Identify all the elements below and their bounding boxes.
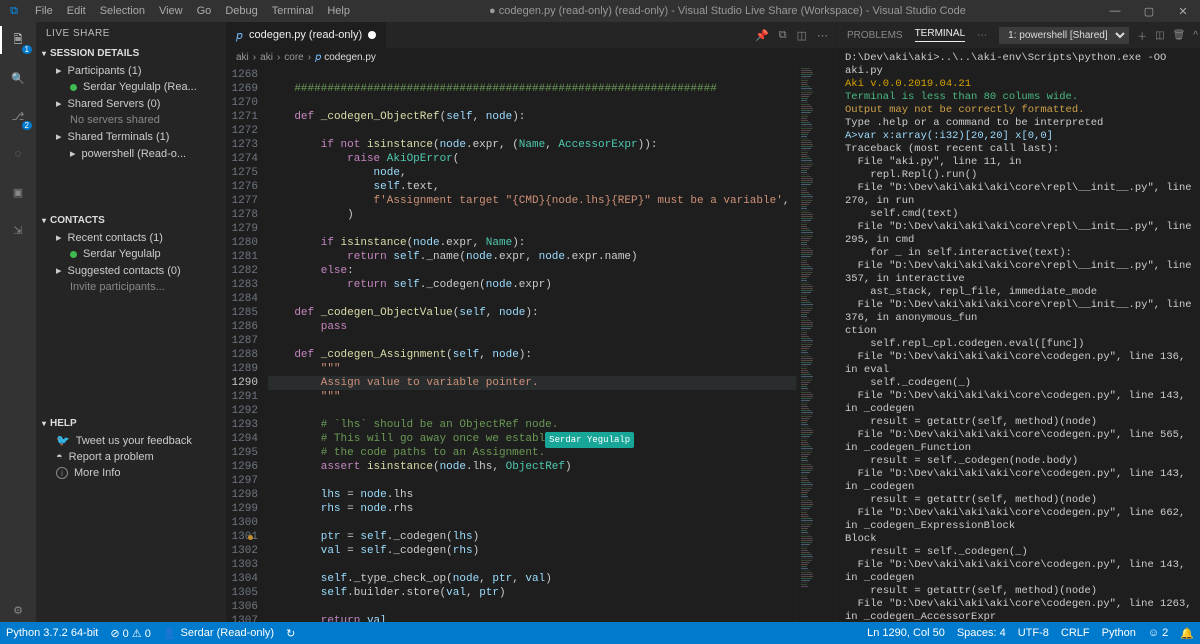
terminal-output[interactable]: D:\Dev\aki\aki>..\..\aki-env\Scripts\pyt… [837, 48, 1200, 622]
side-panel: PROBLEMS TERMINAL ⋯ 1: powershell [Share… [836, 22, 1200, 622]
shared-servers-row[interactable]: ▸Shared Servers (0) [36, 95, 226, 112]
twitter-icon: 🐦 [56, 434, 70, 447]
dirty-indicator-icon [368, 31, 376, 39]
editor: 𝘱 codegen.py (read-only) 📌 ⧉ ◫ ⋯ aki›aki… [226, 22, 836, 622]
kill-terminal-icon[interactable]: 🗑 [1173, 30, 1186, 41]
menu-terminal[interactable]: Terminal [265, 2, 321, 20]
status-dot-icon [70, 84, 77, 91]
tab-actions: 📌 ⧉ ◫ ⋯ [747, 22, 836, 48]
maximize-panel-icon[interactable]: ^ [1193, 30, 1198, 41]
menu-file[interactable]: File [28, 2, 60, 20]
code-content[interactable]: ########################################… [268, 66, 796, 622]
status-dot-icon [70, 251, 77, 258]
status-python[interactable]: Python 3.7.2 64-bit [6, 627, 98, 639]
compare-icon[interactable]: ⧉ [779, 29, 787, 42]
tab-problems[interactable]: PROBLEMS [847, 30, 903, 41]
help-report[interactable]: ◓Report a problem [36, 449, 226, 465]
section-session[interactable]: SESSION DETAILS [36, 45, 226, 62]
tab-terminal[interactable]: TERMINAL [915, 28, 966, 42]
status-spaces[interactable]: Spaces: 4 [957, 627, 1006, 639]
menu-help[interactable]: Help [320, 2, 357, 20]
status-position[interactable]: Ln 1290, Col 50 [867, 627, 945, 639]
activity-liveshare[interactable]: 🗎1 [6, 28, 30, 52]
scm-badge: 2 [22, 121, 32, 130]
activity-debug[interactable]: ◌ [6, 142, 30, 166]
menu-debug[interactable]: Debug [218, 2, 264, 20]
more-icon[interactable]: ⋯ [817, 29, 828, 42]
activity-share[interactable]: ⇲ [6, 218, 30, 242]
info-icon: i [56, 467, 68, 479]
recent-contact-user[interactable]: Serdar Yegulalp [36, 246, 226, 262]
split-icon[interactable]: ◫ [797, 29, 807, 42]
sidebar: LIVE SHARE SESSION DETAILS ▸Participants… [36, 22, 226, 622]
tab-label: codegen.py (read-only) [249, 29, 362, 41]
status-feedback[interactable]: ☺ 2 [1148, 627, 1168, 639]
activity-extensions[interactable]: ▣ [6, 180, 30, 204]
tab-codegen[interactable]: 𝘱 codegen.py (read-only) [226, 22, 387, 48]
status-lang[interactable]: Python [1102, 627, 1136, 639]
editor-tabs: 𝘱 codegen.py (read-only) 📌 ⧉ ◫ ⋯ [226, 22, 836, 48]
status-errors[interactable]: ⊘ 0 ⚠ 0 [110, 627, 150, 640]
activity-search[interactable]: 🔍 [6, 66, 30, 90]
terminal-select[interactable]: 1: powershell [Shared] [999, 27, 1129, 44]
menu-bar: File Edit Selection View Go Debug Termin… [28, 2, 357, 20]
participants-row[interactable]: ▸Participants (1) [36, 62, 226, 79]
python-file-icon: 𝘱 [236, 29, 243, 42]
status-liveshare[interactable]: 👤Serdar (Read-only) [163, 627, 274, 640]
close-button[interactable]: ✕ [1166, 0, 1200, 22]
suggested-contacts[interactable]: ▸Suggested contacts (0) [36, 262, 226, 279]
breadcrumb[interactable]: aki›aki›core›𝘱 codegen.py [226, 48, 836, 66]
activity-bar: 🗎1 🔍 ⎇2 ◌ ▣ ⇲ ⚙ [0, 22, 36, 622]
title-bar: ⧉ File Edit Selection View Go Debug Term… [0, 0, 1200, 22]
line-numbers: 1268126912701271127212731274127512761277… [226, 66, 268, 622]
status-bar: Python 3.7.2 64-bit ⊘ 0 ⚠ 0 👤Serdar (Rea… [0, 622, 1200, 644]
status-encoding[interactable]: UTF-8 [1018, 627, 1049, 639]
status-eol[interactable]: CRLF [1061, 627, 1090, 639]
split-terminal-icon[interactable]: ◫ [1155, 30, 1164, 41]
app-icon: ⧉ [0, 5, 28, 18]
help-tweet[interactable]: 🐦Tweet us your feedback [36, 432, 226, 449]
help-more[interactable]: iMore Info [36, 465, 226, 481]
pin-icon[interactable]: 📌 [755, 29, 769, 42]
shared-terminals-row[interactable]: ▸Shared Terminals (1) [36, 128, 226, 145]
section-help[interactable]: HELP [36, 415, 226, 432]
panel-tabs: PROBLEMS TERMINAL ⋯ 1: powershell [Share… [837, 22, 1200, 48]
github-icon: ◓ [56, 451, 63, 463]
section-contacts[interactable]: CONTACTS [36, 212, 226, 229]
menu-selection[interactable]: Selection [93, 2, 152, 20]
menu-view[interactable]: View [152, 2, 190, 20]
participant-user[interactable]: Serdar Yegulalp (Rea... [36, 79, 226, 95]
minimap[interactable] [796, 66, 836, 622]
no-servers: No servers shared [36, 112, 226, 128]
maximize-button[interactable]: ▢ [1132, 0, 1166, 22]
person-icon: 👤 [163, 627, 177, 640]
menu-edit[interactable]: Edit [60, 2, 93, 20]
status-git-arrow[interactable]: ↻ [286, 627, 295, 640]
recent-contacts[interactable]: ▸Recent contacts (1) [36, 229, 226, 246]
window-title: ● codegen.py (read-only) (read-only) - V… [357, 5, 1098, 17]
shared-terminal[interactable]: ▸ powershell (Read-o... [36, 145, 226, 162]
activity-scm[interactable]: ⎇2 [6, 104, 30, 128]
code-area[interactable]: 1268126912701271127212731274127512761277… [226, 66, 836, 622]
invite-participants[interactable]: Invite participants... [36, 279, 226, 295]
new-terminal-icon[interactable]: ＋ [1137, 28, 1147, 43]
sidebar-title: LIVE SHARE [36, 22, 226, 45]
settings-icon[interactable]: ⚙ [6, 598, 30, 622]
activity-badge: 1 [22, 45, 32, 54]
minimize-button[interactable]: — [1098, 0, 1132, 22]
status-bell-icon[interactable]: 🔔 [1180, 627, 1194, 640]
more-icon[interactable]: ⋯ [977, 30, 987, 41]
menu-go[interactable]: Go [190, 2, 219, 20]
